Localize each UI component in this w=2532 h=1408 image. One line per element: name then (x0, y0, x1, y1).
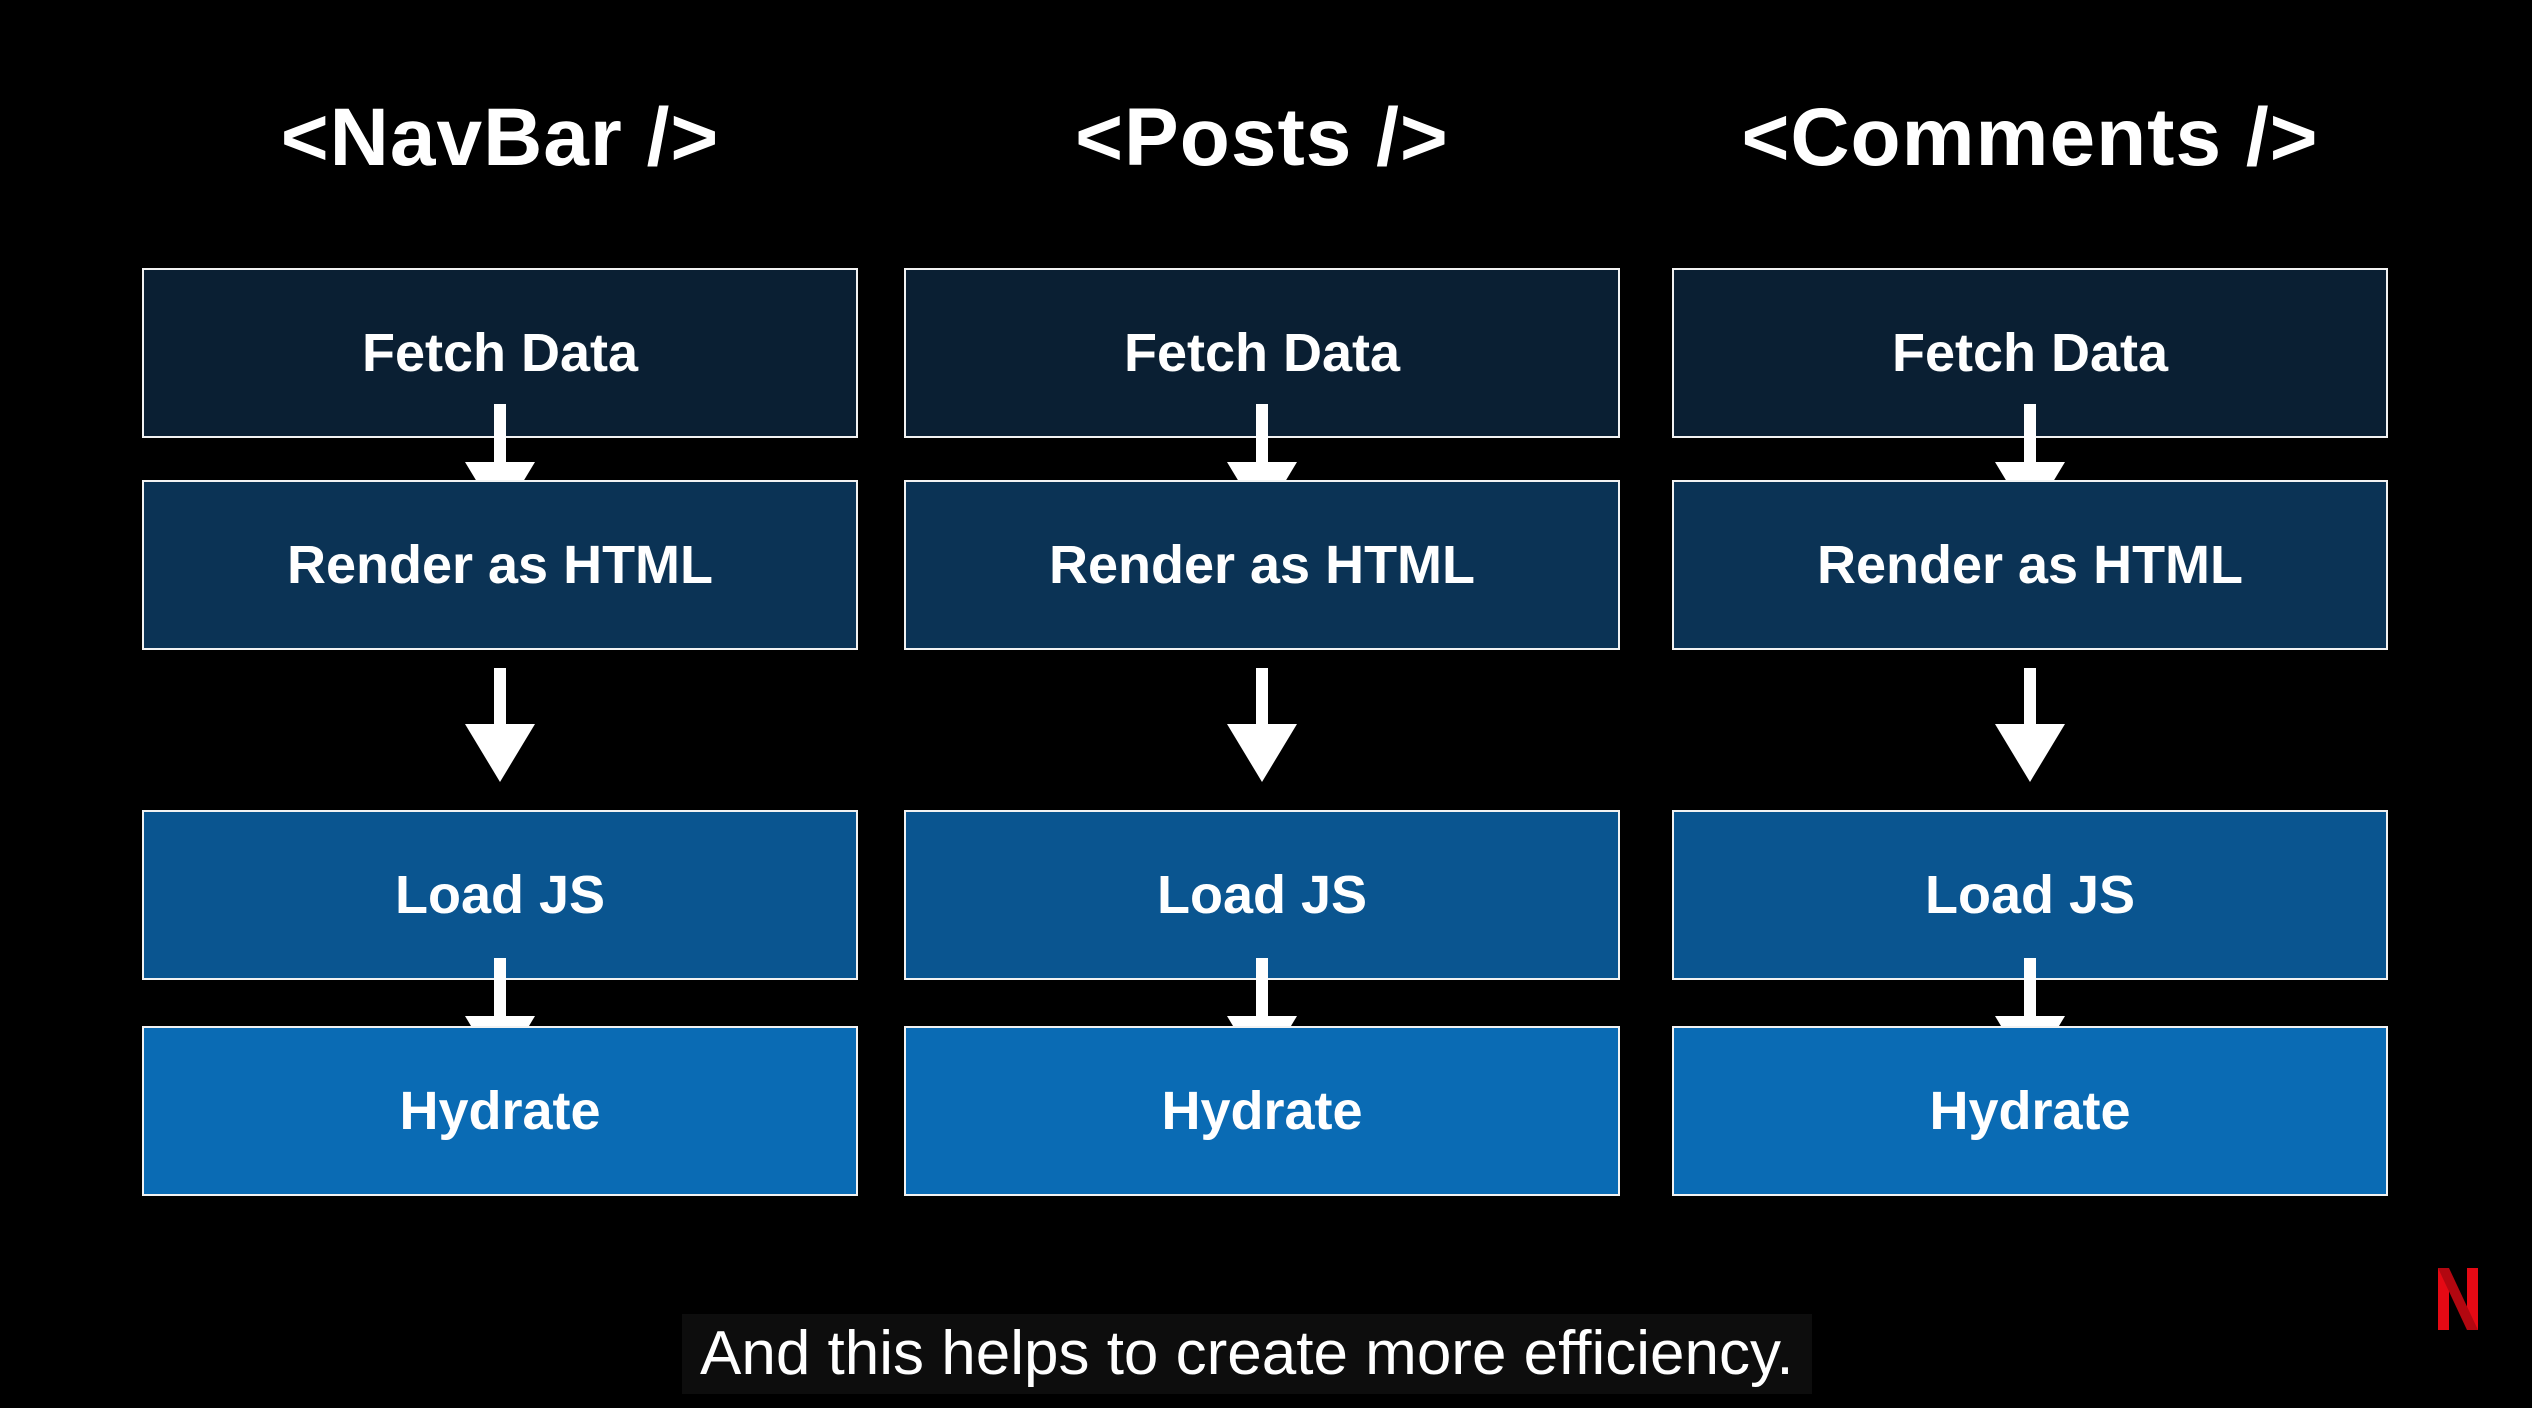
subtitle-caption: And this helps to create more efficiency… (682, 1314, 1812, 1394)
down-arrow-icon (1995, 668, 2065, 782)
column-title-comments: <Comments /> (1741, 92, 2319, 183)
load-js-box: Load JS (1672, 810, 2388, 980)
column-comments: <Comments /> Fetch Data Render as HTML L… (1672, 0, 2388, 1260)
render-html-box: Render as HTML (142, 480, 858, 650)
hydrate-box: Hydrate (904, 1026, 1620, 1196)
render-html-box: Render as HTML (904, 480, 1620, 650)
column-posts: <Posts /> Fetch Data Render as HTML Load… (904, 0, 1620, 1260)
down-arrow-icon (1227, 668, 1297, 782)
column-title-posts: <Posts /> (1075, 92, 1449, 183)
down-arrow-icon (465, 668, 535, 782)
load-js-box: Load JS (904, 810, 1620, 980)
hydrate-box: Hydrate (142, 1026, 858, 1196)
load-js-box: Load JS (142, 810, 858, 980)
hydrate-box: Hydrate (1672, 1026, 2388, 1196)
netflix-logo-icon (2438, 1268, 2478, 1330)
render-html-box: Render as HTML (1672, 480, 2388, 650)
column-navbar: <NavBar /> Fetch Data Render as HTML Loa… (142, 0, 858, 1260)
column-title-navbar: <NavBar /> (280, 92, 720, 183)
